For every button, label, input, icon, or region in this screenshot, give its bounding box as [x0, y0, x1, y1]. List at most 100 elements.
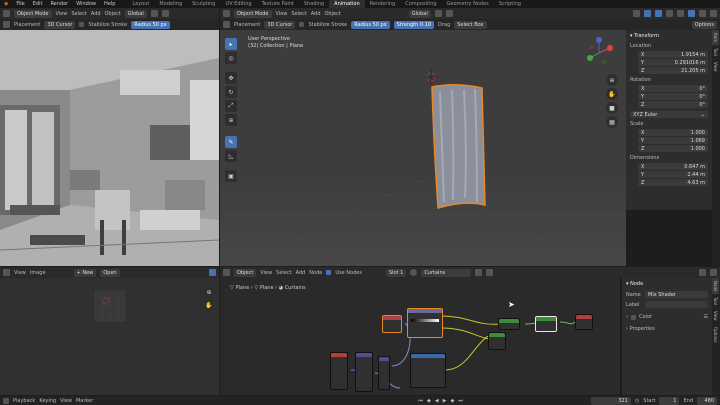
node-menu-node[interactable]: Node: [309, 270, 322, 276]
left-radius-field[interactable]: Radius 50 px: [131, 20, 170, 29]
n-tab-view[interactable]: View: [712, 59, 719, 75]
timeline-menu-view[interactable]: View: [60, 398, 72, 404]
tab-uv-editing[interactable]: UV Editing: [220, 0, 256, 8]
math-node[interactable]: [498, 318, 520, 330]
wave-texture-node[interactable]: [410, 353, 446, 388]
left-menu-select[interactable]: Select: [71, 11, 86, 17]
tab-texture-paint[interactable]: Texture Paint: [257, 0, 299, 8]
dimensions-x-field[interactable]: X 0.647 m: [638, 163, 708, 170]
main-radius-field[interactable]: Radius 50 px: [351, 20, 390, 29]
tab-modeling[interactable]: Modeling: [154, 0, 187, 8]
node-menu-select[interactable]: Select: [276, 270, 291, 276]
timeline-menu-keying[interactable]: Keying: [39, 398, 56, 404]
rotation-x-field[interactable]: X 0°: [638, 85, 708, 92]
xray-icon[interactable]: [666, 10, 673, 17]
main-menu-view[interactable]: View: [276, 11, 288, 17]
start-frame-field[interactable]: 1: [659, 396, 680, 405]
color-expand-chevron-icon[interactable]: ›: [626, 314, 628, 320]
main-menu-object[interactable]: Object: [325, 11, 341, 17]
menu-edit[interactable]: Edit: [29, 1, 47, 7]
shader-type-dropdown[interactable]: Object: [234, 268, 257, 277]
tab-scripting[interactable]: Scripting: [494, 0, 526, 8]
tab-compositing[interactable]: Compositing: [400, 0, 441, 8]
location-z-field[interactable]: Z 21.205 m: [638, 67, 708, 74]
material-name-field[interactable]: Curtains: [421, 268, 472, 277]
jump-end-icon[interactable]: ⏭: [458, 398, 463, 404]
left-render-viewport[interactable]: [0, 30, 219, 266]
end-frame-field[interactable]: 480: [697, 396, 717, 405]
scale-x-field[interactable]: X 1.000: [638, 129, 708, 136]
use-nodes-checkbox[interactable]: [326, 270, 332, 275]
unlink-material-icon[interactable]: [486, 269, 494, 276]
scale-tool-icon[interactable]: ⤢: [225, 100, 237, 112]
clock-icon[interactable]: ◷: [635, 398, 639, 404]
node-label-field[interactable]: [645, 301, 708, 308]
left-orientation-dropdown[interactable]: Global: [124, 9, 147, 18]
scale-z-field[interactable]: Z 1.000: [638, 145, 708, 152]
camera-view-icon[interactable]: ■: [606, 102, 618, 114]
shading-rendered-icon[interactable]: [710, 10, 717, 17]
bsdf-node[interactable]: [488, 332, 506, 350]
tab-shading[interactable]: Shading: [299, 0, 329, 8]
properties-subpanel[interactable]: › Properties: [626, 326, 708, 332]
menu-file[interactable]: File: [12, 1, 28, 7]
main-proportional-icon[interactable]: [445, 10, 453, 17]
left-menu-view[interactable]: View: [56, 11, 68, 17]
new-image-button[interactable]: + New: [73, 268, 97, 277]
drag-dropdown[interactable]: Select Box: [454, 20, 487, 29]
duplicate-material-icon[interactable]: [475, 269, 483, 276]
noise-texture-node[interactable]: [378, 356, 390, 390]
move-tool-icon[interactable]: ✥: [225, 72, 237, 84]
main-orientation-dropdown[interactable]: Global: [408, 9, 431, 18]
prev-keyframe-icon[interactable]: ◆: [427, 398, 431, 404]
left-menu-object[interactable]: Object: [105, 11, 121, 17]
node-editor-area[interactable]: ▽ Plane › ▽ Plane › ◕ Curtains ➤: [220, 278, 620, 395]
shading-material-icon[interactable]: [699, 10, 706, 17]
dimensions-z-field[interactable]: Z 4.63 m: [638, 179, 708, 186]
play-icon[interactable]: ▶: [443, 398, 447, 404]
tab-rendering[interactable]: Rendering: [365, 0, 401, 8]
proportional-edit-icon[interactable]: [161, 10, 169, 17]
select-tool-icon[interactable]: ▸: [225, 38, 237, 50]
snap-node-icon[interactable]: [710, 269, 717, 276]
scale-y-field[interactable]: Y 1.069: [638, 137, 708, 144]
image-menu-image[interactable]: Image: [30, 270, 46, 276]
main-placement-dropdown[interactable]: 3D Cursor: [264, 20, 296, 29]
main-stabilize-checkbox[interactable]: [299, 22, 305, 27]
main-menu-add[interactable]: Add: [311, 11, 321, 17]
transform-panel-title[interactable]: ▾ Transform: [630, 33, 708, 39]
menu-render[interactable]: Render: [46, 1, 72, 7]
image-editor-type-icon[interactable]: [3, 269, 10, 276]
overlay-toggle-icon[interactable]: [655, 10, 662, 17]
color-list-icon[interactable]: ☰: [704, 314, 708, 320]
measure-tool-icon[interactable]: ◺: [225, 150, 237, 162]
menu-window[interactable]: Window: [72, 1, 100, 7]
ortho-toggle-icon[interactable]: ▦: [606, 116, 618, 128]
timeline-editor-icon[interactable]: [3, 397, 9, 404]
timeline-menu-playback[interactable]: Playback: [13, 398, 35, 404]
image-zoom-icon[interactable]: ⊕: [203, 286, 215, 298]
node-editor-type-icon[interactable]: [223, 269, 230, 276]
node-tab-node[interactable]: Node: [712, 278, 719, 295]
dimensions-y-field[interactable]: Y 2.44 m: [638, 171, 708, 178]
main-editor-type-icon[interactable]: [223, 10, 230, 17]
n-tab-item[interactable]: Item: [712, 30, 719, 46]
image-editor-area[interactable]: ⊕ ✋: [0, 278, 219, 395]
node-tab-tool[interactable]: Tool: [712, 294, 719, 308]
snap-icon[interactable]: [150, 10, 158, 17]
pan-hand-icon[interactable]: ✋: [606, 88, 618, 100]
rotation-mode-dropdown[interactable]: XYZ Euler ⌄: [630, 111, 708, 118]
menu-help[interactable]: Help: [100, 1, 119, 7]
blender-logo-icon[interactable]: ◉: [0, 1, 12, 7]
add-cube-tool-icon[interactable]: ▣: [225, 170, 237, 182]
pin-icon[interactable]: [699, 269, 706, 276]
transform-tool-icon[interactable]: ⊕: [225, 114, 237, 126]
material-output-node[interactable]: [575, 314, 593, 330]
play-reverse-icon[interactable]: ◀: [435, 398, 439, 404]
node-name-field[interactable]: Mix Shader: [645, 291, 708, 298]
current-frame-field[interactable]: 321: [590, 396, 631, 405]
color-checkbox[interactable]: [631, 314, 636, 320]
cursor-tool-icon[interactable]: ◎: [225, 52, 237, 64]
n-tab-tool[interactable]: Tool: [712, 45, 719, 59]
shading-wireframe-icon[interactable]: [677, 10, 684, 17]
